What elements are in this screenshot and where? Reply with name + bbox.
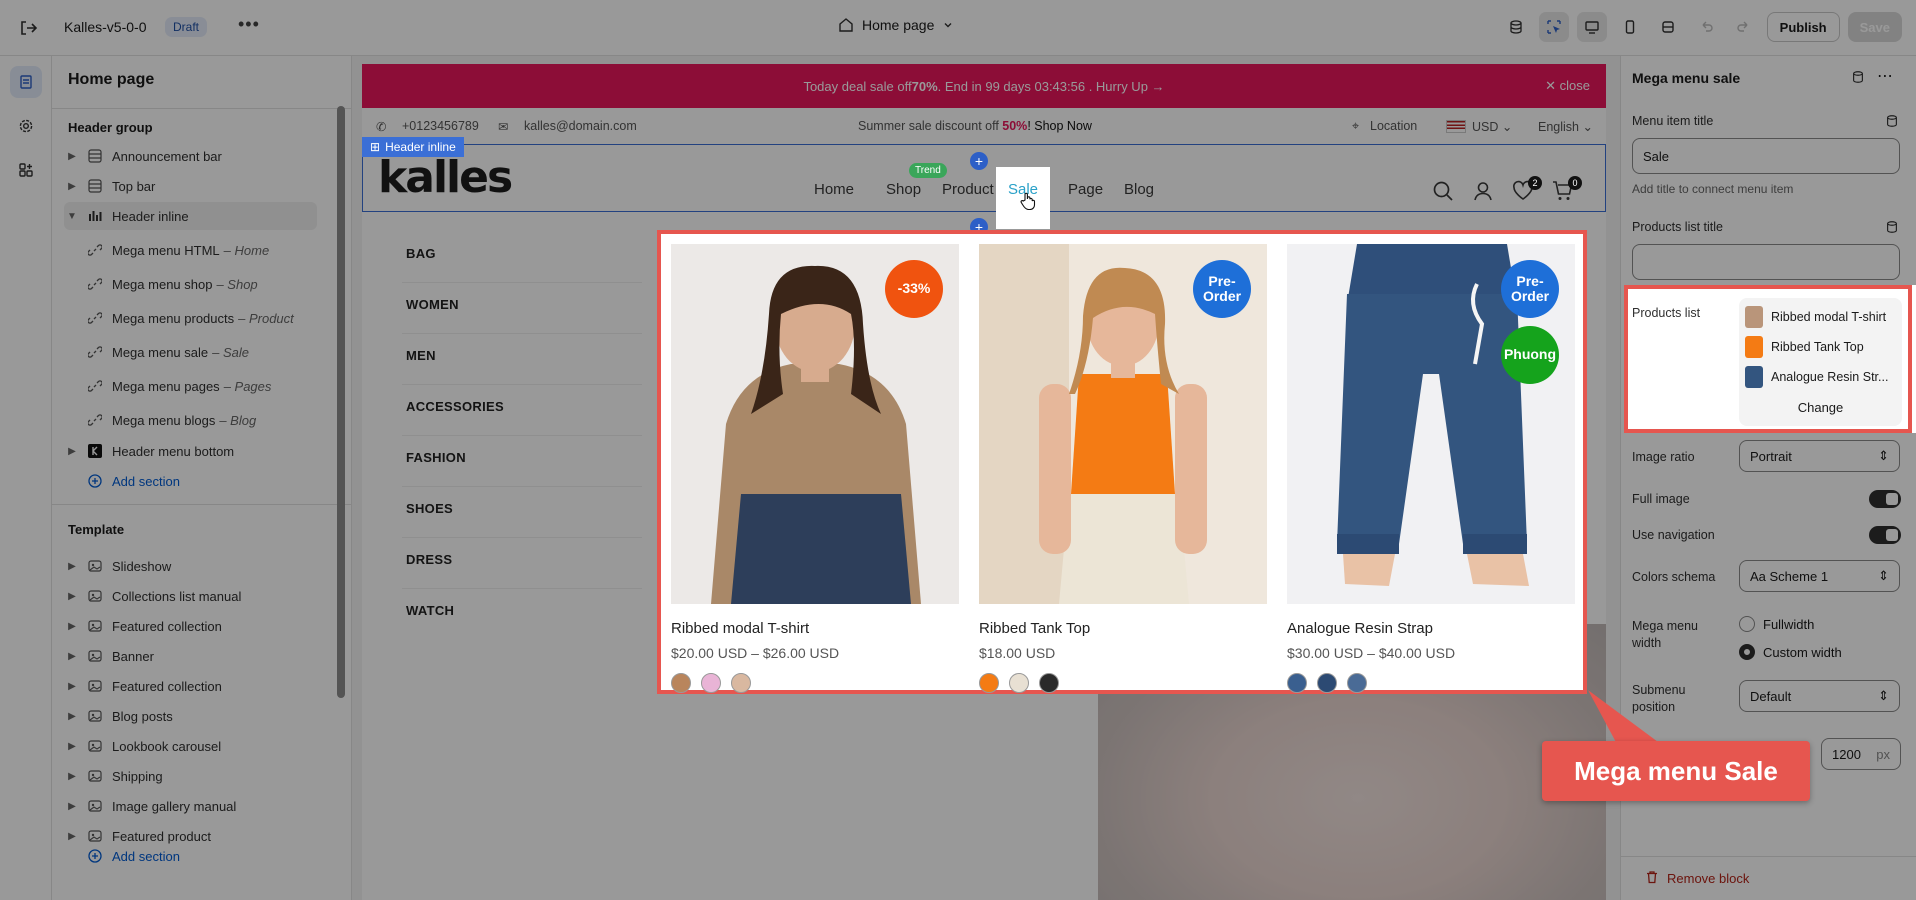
product-name[interactable]: Ribbed modal T-shirt	[671, 620, 959, 637]
products-list-highlight	[1624, 285, 1912, 433]
account-icon[interactable]	[1472, 180, 1494, 205]
header-inline-tag[interactable]: ⊞ Header inline	[362, 137, 464, 157]
trend-badge: Trend	[909, 163, 947, 178]
nav-blog[interactable]: Blog	[1124, 181, 1154, 198]
product-badge: -33%	[885, 260, 943, 318]
product-image-resin-strap[interactable]: Pre- Order Phuong	[1287, 244, 1575, 604]
product-price: $18.00 USD	[979, 645, 1056, 661]
product-card[interactable]: -33% Ribbed modal T-shirt $20.00 USD – $…	[671, 244, 959, 693]
cart-count: 0	[1568, 176, 1582, 190]
nav-shop[interactable]: Shop	[886, 181, 921, 198]
header-inline-tag-label: Header inline	[385, 140, 456, 154]
color-swatch[interactable]	[979, 673, 999, 693]
color-swatch[interactable]	[1317, 673, 1337, 693]
nav-page[interactable]: Page	[1068, 181, 1103, 198]
add-block-above-icon[interactable]: +	[970, 152, 988, 170]
color-swatch[interactable]	[671, 673, 691, 693]
color-swatch[interactable]	[1039, 673, 1059, 693]
dim-overlay	[1620, 56, 1916, 285]
product-card[interactable]: Pre- Order Phuong Analogue Resin Strap $…	[1287, 244, 1575, 693]
color-swatch[interactable]	[1347, 673, 1367, 693]
color-swatch[interactable]	[701, 673, 721, 693]
hand-cursor-icon	[1020, 192, 1036, 213]
product-badge: Pre- Order	[1501, 260, 1559, 318]
product-badge: Pre- Order	[1193, 260, 1251, 318]
search-icon[interactable]	[1432, 180, 1454, 205]
product-name[interactable]: Ribbed Tank Top	[979, 620, 1267, 637]
product-name[interactable]: Analogue Resin Strap	[1287, 620, 1575, 637]
wishlist-count: 2	[1528, 176, 1542, 190]
product-card[interactable]: Pre- Order Ribbed Tank Top $18.00 USD	[979, 244, 1267, 693]
mega-menu-sale-panel: -33% Ribbed modal T-shirt $20.00 USD – $…	[657, 230, 1587, 694]
callout-label: Mega menu Sale	[1542, 741, 1810, 801]
nav-product[interactable]: Product	[942, 181, 994, 198]
section-tag-icon: ⊞	[370, 140, 381, 154]
color-swatch[interactable]	[1287, 673, 1307, 693]
product-image-tank-top[interactable]: Pre- Order	[979, 244, 1267, 604]
nav-home[interactable]: Home	[814, 181, 854, 198]
dim-overlay	[1620, 433, 1916, 900]
product-badge: Phuong	[1501, 326, 1559, 384]
product-price: $20.00 USD – $26.00 USD	[671, 645, 840, 661]
product-image-tshirt[interactable]: -33%	[671, 244, 959, 604]
store-logo[interactable]: kalles	[378, 152, 513, 203]
color-swatch[interactable]	[731, 673, 751, 693]
product-price: $30.00 USD – $40.00 USD	[1287, 645, 1456, 661]
color-swatch[interactable]	[1009, 673, 1029, 693]
